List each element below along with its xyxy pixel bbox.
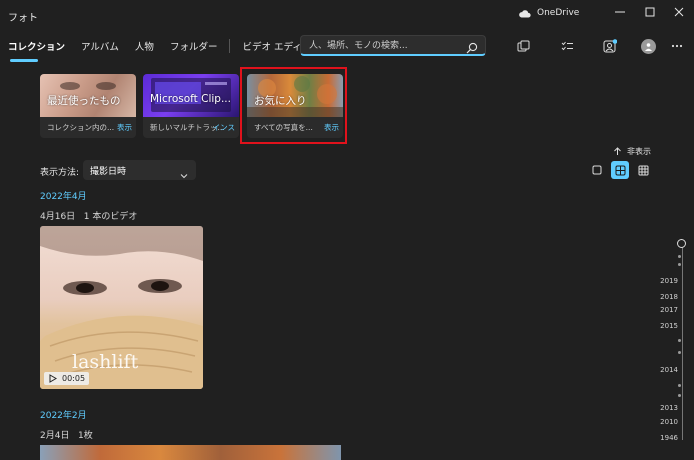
people-photos-icon — [603, 39, 617, 53]
onedrive-status[interactable]: OneDrive — [518, 8, 579, 18]
day-count: 1 本のビデオ — [83, 212, 138, 222]
import-icon — [517, 40, 529, 51]
timeline-year[interactable]: 2018 — [660, 293, 678, 301]
sort-dropdown[interactable]: 撮影日時 — [83, 160, 196, 180]
month-header: 2022年2月 — [40, 411, 87, 421]
search-input[interactable] — [307, 38, 461, 54]
timeline-dot — [678, 384, 681, 387]
hide-button[interactable]: 非表示 — [613, 146, 651, 157]
card-action-link[interactable]: インス — [213, 122, 235, 133]
minimize-icon — [615, 11, 625, 13]
card-recent[interactable]: 最近使ったもの コレクション内の... 表示 — [40, 74, 136, 138]
tab-albums[interactable]: アルバム — [73, 39, 127, 53]
more-button[interactable] — [668, 37, 686, 55]
video-duration-badge: 00:05 — [44, 372, 90, 385]
tab-people[interactable]: 人物 — [127, 39, 162, 53]
timeline-track[interactable] — [682, 244, 683, 440]
timeline-year[interactable]: 2017 — [660, 306, 678, 314]
timeline-year[interactable]: 2013 — [660, 404, 678, 412]
more-icon — [671, 44, 683, 48]
hide-label: 非表示 — [627, 147, 651, 156]
day-count: 1枚 — [78, 431, 93, 441]
select-button[interactable] — [558, 37, 576, 55]
tab-folders[interactable]: フォルダー — [162, 39, 226, 53]
search-box[interactable] — [300, 35, 486, 56]
cloud-icon — [518, 9, 531, 18]
minimize-button[interactable] — [605, 0, 635, 24]
single-view-icon — [592, 165, 602, 175]
timeline-year[interactable]: 2014 — [660, 366, 678, 374]
close-button[interactable] — [664, 0, 694, 24]
highlight-box — [240, 67, 347, 144]
select-icon — [561, 41, 573, 50]
timeline-year[interactable]: 2019 — [660, 277, 678, 285]
timeline-year[interactable]: 2015 — [660, 322, 678, 330]
card-clipchamp[interactable]: Microsoft Clip... 新しいマルチトラッ... インス — [143, 74, 239, 138]
sort-label: 表示方法: — [40, 168, 80, 178]
video-duration: 00:05 — [62, 374, 86, 383]
timeline-dot — [678, 339, 681, 342]
app-title: フォト — [8, 13, 38, 24]
timeline-dot — [678, 255, 681, 258]
nav-divider — [229, 39, 231, 53]
card-title: Microsoft Clip... — [150, 93, 231, 105]
day-date: 2月4日 — [40, 431, 70, 441]
card-action-link[interactable]: 表示 — [117, 122, 132, 133]
day-header: 4月16日 1 本のビデオ — [40, 209, 137, 222]
medium-grid-icon — [615, 165, 625, 175]
photo-thumbnail[interactable] — [40, 445, 341, 460]
chevron-down-icon — [180, 165, 188, 184]
timeline-dot — [678, 394, 681, 397]
single-view-button[interactable] — [588, 161, 606, 179]
card-title: 最近使ったもの — [47, 95, 121, 107]
maximize-button[interactable] — [635, 0, 665, 24]
video-overlay-text: lashlift — [72, 351, 139, 373]
import-button[interactable] — [514, 37, 532, 55]
maximize-icon — [645, 7, 655, 17]
timeline-dot — [678, 263, 681, 266]
onedrive-label: OneDrive — [537, 8, 580, 18]
timeline-year[interactable]: 2010 — [660, 418, 678, 426]
day-header: 2月4日 1枚 — [40, 428, 93, 441]
search-icon[interactable] — [466, 39, 478, 58]
play-icon — [49, 374, 57, 383]
tab-collection[interactable]: コレクション — [0, 39, 73, 62]
arrow-up-icon — [614, 147, 621, 155]
main-nav: コレクション アルバム 人物 フォルダー ビデオ エディター — [0, 34, 329, 62]
small-grid-button[interactable] — [634, 161, 652, 179]
card-description: コレクション内の... — [47, 123, 115, 132]
sort-value: 撮影日時 — [90, 167, 127, 177]
timeline-year[interactable]: 1946 — [660, 434, 678, 442]
medium-grid-button[interactable] — [611, 161, 629, 179]
small-grid-icon — [638, 165, 648, 175]
account-icon — [640, 38, 656, 54]
close-icon — [674, 7, 684, 17]
account-button[interactable] — [639, 37, 657, 55]
timeline-handle[interactable] — [677, 239, 686, 248]
timeline-dot — [678, 351, 681, 354]
month-header: 2022年4月 — [40, 192, 87, 202]
video-thumbnail[interactable]: lashlift 00:05 — [40, 226, 203, 389]
people-photos-button[interactable] — [601, 37, 619, 55]
day-date: 4月16日 — [40, 212, 76, 222]
